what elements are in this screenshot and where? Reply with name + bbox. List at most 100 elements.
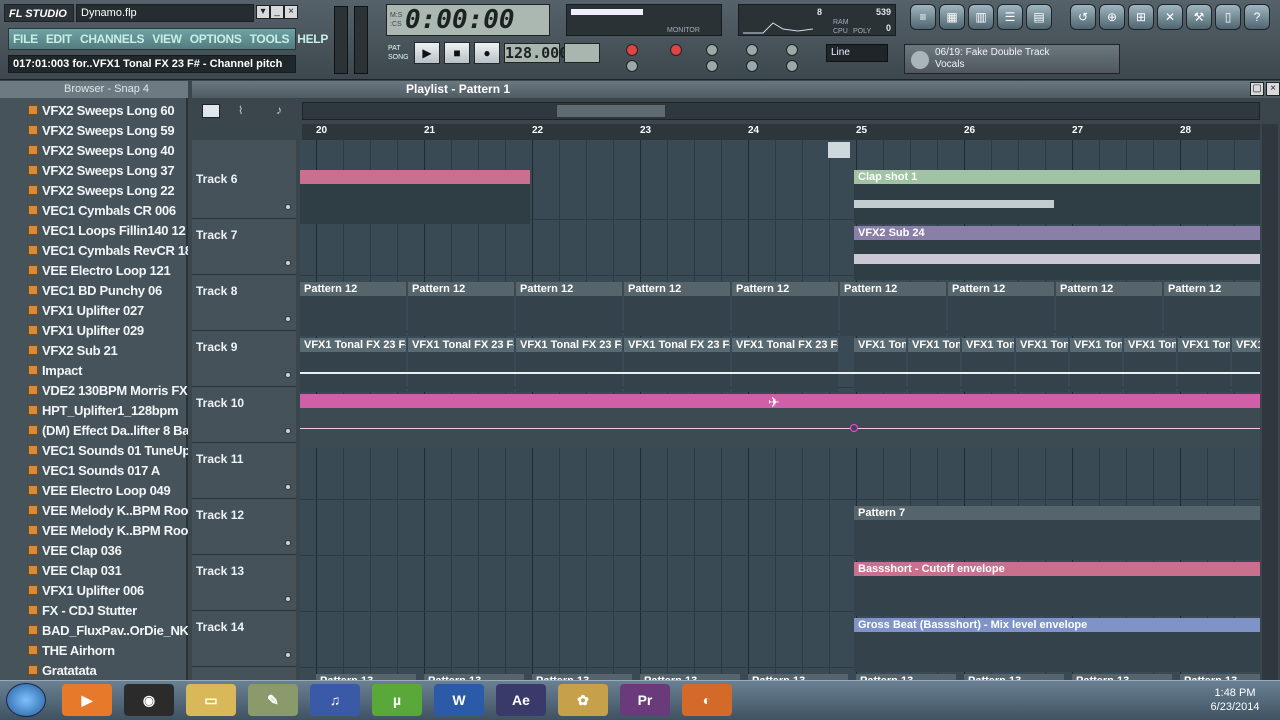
- start-button[interactable]: [6, 683, 46, 717]
- tonal-fx-short-clip[interactable]: VFX1 Ton: [854, 338, 906, 352]
- stop-button[interactable]: ■: [444, 42, 470, 64]
- track-enable-icon[interactable]: [285, 596, 291, 602]
- track-header[interactable]: Track 11: [192, 444, 296, 499]
- step-sequencer-icon[interactable]: ▦: [939, 4, 965, 30]
- track-header[interactable]: Track 13: [192, 556, 296, 611]
- menu-help[interactable]: HELP: [297, 32, 328, 46]
- track-lane[interactable]: [300, 444, 1260, 500]
- browser-item[interactable]: VFX2 Sweeps Long 40: [0, 140, 188, 160]
- browser-item[interactable]: (DM) Effect Da..lifter 8 Bars: [0, 420, 188, 440]
- headphones-icon[interactable]: ♫: [310, 684, 360, 716]
- undo-icon[interactable]: ↺: [1070, 4, 1096, 30]
- pattern12-clip[interactable]: Pattern 12: [732, 282, 838, 296]
- bassshort-envelope-clip[interactable]: Bassshort - Cutoff envelope: [854, 562, 1260, 576]
- note-icon[interactable]: ♪: [276, 103, 292, 117]
- playlist-close-icon[interactable]: ×: [1266, 82, 1280, 96]
- playlist-grid[interactable]: Clap shot 1 VFX2 Sub 24 Pattern 12 Pattern …: [300, 140, 1260, 680]
- menu-edit[interactable]: EDIT: [46, 32, 72, 46]
- after-effects-icon[interactable]: Ae: [496, 684, 546, 716]
- pattern12-clip[interactable]: Pattern 12: [1056, 282, 1162, 296]
- automation-clip[interactable]: [300, 394, 1260, 408]
- pattern12-clip[interactable]: Pattern 12: [840, 282, 946, 296]
- piano-roll-icon[interactable]: ▥: [968, 4, 994, 30]
- render-icon[interactable]: ⊞: [1128, 4, 1154, 30]
- track-header[interactable]: Track 12: [192, 500, 296, 555]
- browser-item[interactable]: BAD_FluxPav..OrDie_NK_Em: [0, 620, 188, 640]
- utorrent-icon[interactable]: µ: [372, 684, 422, 716]
- firefox-icon[interactable]: ◐: [682, 684, 732, 716]
- pattern7-clip[interactable]: Pattern 7: [854, 506, 1260, 520]
- menu-file[interactable]: FILE: [13, 32, 38, 46]
- typing-keyboard-icon[interactable]: [746, 44, 758, 56]
- tonal-fx-short-clip[interactable]: VFX1 Ton: [1016, 338, 1068, 352]
- tonal-fx-clip[interactable]: VFX1 Tonal FX 23 F#: [624, 338, 730, 352]
- wait-input-icon[interactable]: [706, 60, 718, 72]
- record-options-icon[interactable]: [626, 44, 638, 56]
- record-button[interactable]: ●: [474, 42, 500, 64]
- metronome-icon[interactable]: [706, 44, 718, 56]
- tonal-fx-clip[interactable]: VFX1 Tonal FX 23 F#: [300, 338, 406, 352]
- browser-item[interactable]: VFX2 Sweeps Long 59: [0, 120, 188, 140]
- track-enable-icon[interactable]: [285, 540, 291, 546]
- loop-record-icon[interactable]: [786, 60, 798, 72]
- browser-item[interactable]: VEE Clap 031: [0, 560, 188, 580]
- playlist-menu-icon[interactable]: [202, 104, 220, 118]
- paint-icon[interactable]: ✎: [248, 684, 298, 716]
- browser-item[interactable]: VEE Melody K..BPM Root E: [0, 520, 188, 540]
- browser-item[interactable]: VFX1 Uplifter 029: [0, 320, 188, 340]
- snap-icon[interactable]: ⌇: [238, 104, 258, 118]
- pattern12-clip[interactable]: Pattern 12: [516, 282, 622, 296]
- tonal-fx-clip[interactable]: VFX1 Tonal FX 23 F#: [732, 338, 838, 352]
- tonal-fx-short-clip[interactable]: VFX1 Ton: [1070, 338, 1122, 352]
- tonal-fx-short-clip[interactable]: VFX1 Ton: [1124, 338, 1176, 352]
- browser-item[interactable]: VEC1 Sounds 01 TuneUp G: [0, 440, 188, 460]
- wrench-icon[interactable]: ⚒: [1186, 4, 1212, 30]
- master-volume-slider[interactable]: [334, 6, 348, 74]
- snap-selector[interactable]: Line: [826, 44, 888, 62]
- pattern12-clip[interactable]: Pattern 12: [948, 282, 1054, 296]
- browser-item[interactable]: Gratatata: [0, 660, 188, 680]
- browser-item[interactable]: Impact: [0, 360, 188, 380]
- countdown-icon[interactable]: [746, 60, 758, 72]
- window-menu-icon[interactable]: ▾: [256, 5, 270, 19]
- master-pitch-slider[interactable]: [354, 6, 368, 74]
- track-enable-icon[interactable]: [285, 484, 291, 490]
- track-enable-icon[interactable]: [285, 652, 291, 658]
- browser-item[interactable]: VEE Melody K..BPM Root E: [0, 500, 188, 520]
- browser-item[interactable]: VFX2 Sweeps Long 22: [0, 180, 188, 200]
- browser-item[interactable]: VFX2 Sub 21: [0, 340, 188, 360]
- pattern12-clip[interactable]: Pattern 12: [624, 282, 730, 296]
- browser-item[interactable]: VEC1 Sounds 017 A: [0, 460, 188, 480]
- tonal-fx-short-clip[interactable]: VFX1 Ton: [1178, 338, 1230, 352]
- browser-item[interactable]: VEE Clap 036: [0, 540, 188, 560]
- help-icon[interactable]: ?: [1244, 4, 1270, 30]
- fl-studio-icon[interactable]: ✿: [558, 684, 608, 716]
- horizontal-scroll-thumb[interactable]: [556, 104, 666, 118]
- browser-item[interactable]: VEC1 Cymbals RevCR 18: [0, 240, 188, 260]
- menu-view[interactable]: VIEW: [152, 32, 182, 46]
- browser-item[interactable]: VEC1 Loops Fillin140 12: [0, 220, 188, 240]
- pat-song-toggle[interactable]: PAT SONG: [388, 44, 409, 62]
- browser-item[interactable]: THE Airhorn: [0, 640, 188, 660]
- browser-item[interactable]: VEC1 BD Punchy 06: [0, 280, 188, 300]
- track-header[interactable]: Track 9: [192, 332, 296, 387]
- clipboard-icon[interactable]: ▯: [1215, 4, 1241, 30]
- vertical-scrollbar[interactable]: [1262, 124, 1278, 680]
- playlist-icon[interactable]: ≡: [910, 4, 936, 30]
- tools-icon[interactable]: ✕: [1157, 4, 1183, 30]
- track-enable-icon[interactable]: [285, 372, 291, 378]
- menu-tools[interactable]: TOOLS: [250, 32, 290, 46]
- browser-item[interactable]: VEE Electro Loop 049: [0, 480, 188, 500]
- browser-item[interactable]: VFX2 Sweeps Long 37: [0, 160, 188, 180]
- track-enable-icon[interactable]: [285, 260, 291, 266]
- track-header[interactable]: Track 14: [192, 612, 296, 667]
- playlist-maximize-icon[interactable]: ▢: [1250, 82, 1264, 96]
- browser-item[interactable]: VFX2 Sweeps Long 60: [0, 100, 188, 120]
- timeline-ruler[interactable]: 20 21 22 23 24 25 26 27 28: [302, 124, 1260, 140]
- browser-item[interactable]: VFX1 Uplifter 006: [0, 580, 188, 600]
- track-enable-icon[interactable]: [285, 204, 291, 210]
- clip-fragment[interactable]: [828, 142, 850, 158]
- save-icon[interactable]: ⊕: [1099, 4, 1125, 30]
- vfx2-sub-clip[interactable]: VFX2 Sub 24: [854, 226, 1260, 240]
- word-icon[interactable]: W: [434, 684, 484, 716]
